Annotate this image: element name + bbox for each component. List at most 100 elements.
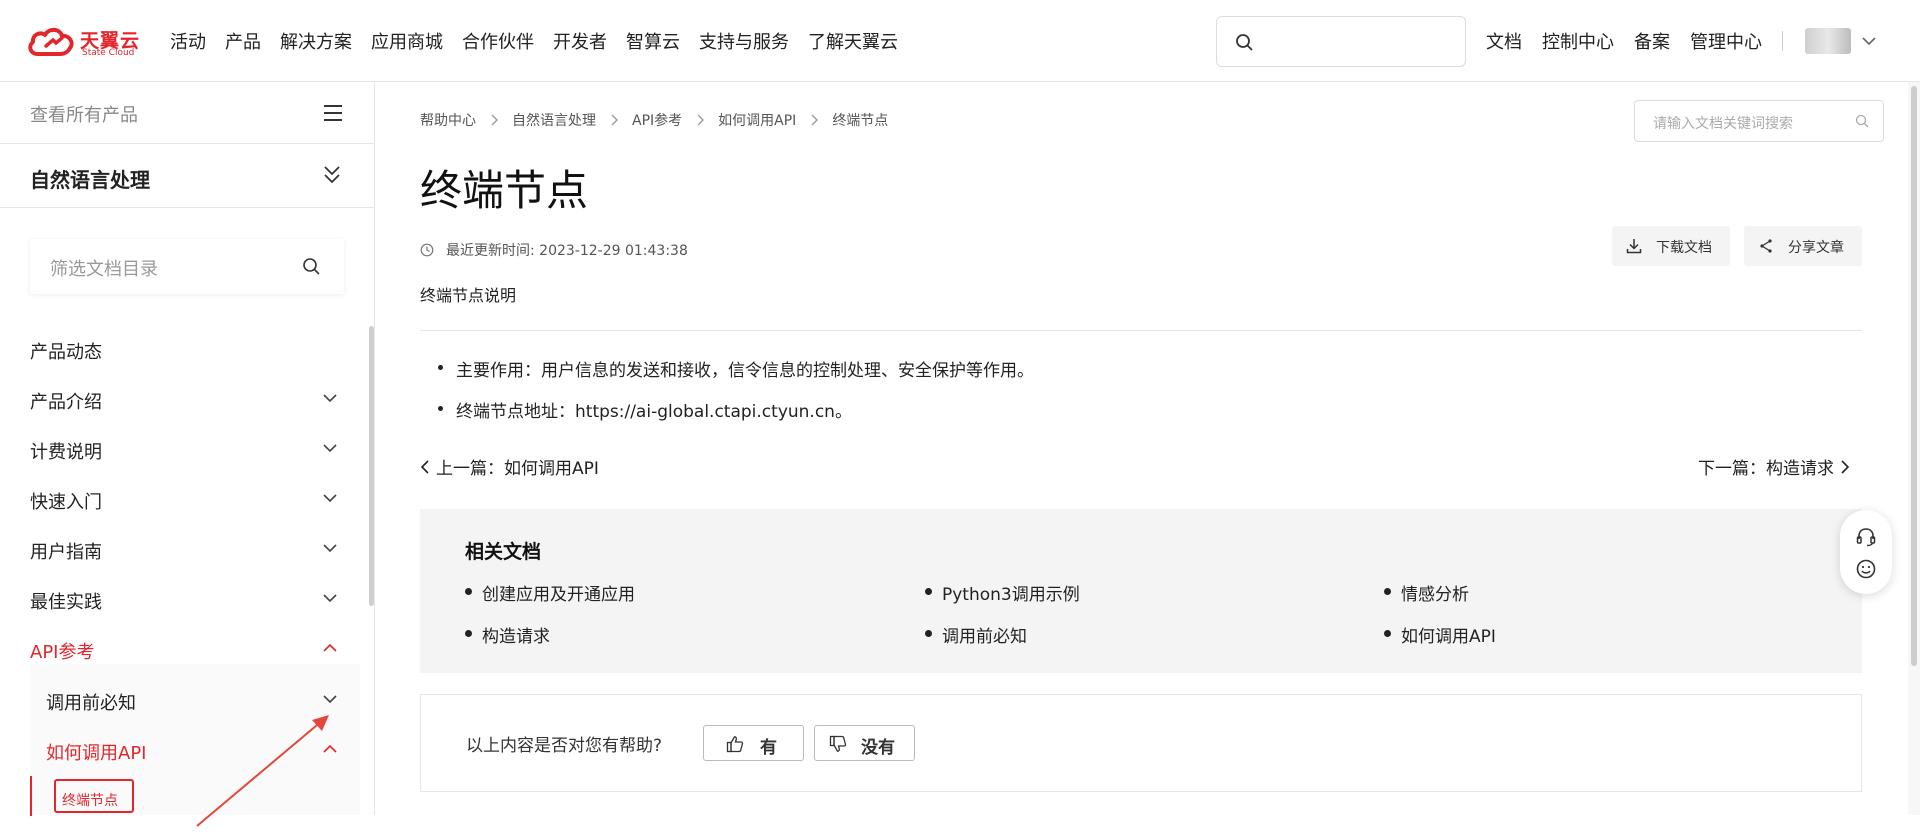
nav-item-activities[interactable]: 活动 [170,28,206,54]
related-docs-heading: 相关文档 [465,541,542,563]
sidebar-item-endpoints[interactable]: 终端节点 [54,779,134,813]
sidebar-item-label: API参考 [30,642,95,663]
sidebar-item-billing[interactable]: 计费说明 [0,430,360,470]
share-icon [1760,239,1772,253]
breadcrumb-how-to-call[interactable]: 如何调用API [718,110,796,130]
link-management[interactable]: 管理中心 [1690,28,1762,54]
view-all-products[interactable]: 查看所有产品 [0,82,375,144]
chevron-down-icon[interactable] [1861,36,1877,46]
prev-article-label: 上一篇：如何调用API [436,459,599,479]
chevron-up-icon [323,643,337,652]
related-link[interactable]: 调用前必知 [925,622,1027,647]
chevron-right-icon [491,114,498,126]
view-all-products-label: 查看所有产品 [30,105,138,126]
chevron-down-icon [323,594,337,603]
sidebar-scrollbar[interactable] [369,326,374,606]
brand-name-en: State Cloud [82,48,135,58]
chevron-down-icon [323,444,337,453]
double-chevron-down-icon[interactable] [322,164,342,186]
filter-toc-input[interactable]: 筛选文档目录 [30,239,344,294]
sidebar-item-label: 产品动态 [30,342,102,363]
breadcrumb-help-center[interactable]: 帮助中心 [420,110,476,130]
doc-search-input[interactable]: 请输入文档关键词搜索 [1634,100,1884,142]
nav-item-products[interactable]: 产品 [225,28,261,54]
sidebar-item-label: 快速入门 [30,492,102,513]
next-article-link[interactable]: 下一篇：构造请求 [1698,454,1850,479]
breadcrumb-api-reference[interactable]: API参考 [632,110,682,130]
avatar[interactable] [1805,28,1851,54]
nav-item-ai-cloud[interactable]: 智算云 [626,28,680,54]
link-docs[interactable]: 文档 [1486,28,1522,54]
list-item: 终端节点地址：https://ai-global.ctapi.ctyun.cn。 [438,397,1034,422]
divider [420,330,1862,331]
menu-icon[interactable] [322,104,344,122]
link-console[interactable]: 控制中心 [1542,28,1614,54]
download-doc-button[interactable]: 下载文档 [1612,226,1730,266]
sidebar-item-label: 用户指南 [30,542,102,563]
share-article-button[interactable]: 分享文章 [1744,226,1862,266]
brand-logo[interactable]: 天翼云 State Cloud [26,26,141,58]
nav-item-solutions[interactable]: 解决方案 [280,28,352,54]
next-article-label: 下一篇：构造请求 [1698,459,1834,479]
product-selector[interactable]: 自然语言处理 [0,144,375,208]
chevron-right-icon [811,114,819,126]
sidebar-item-label: 调用前必知 [46,693,136,714]
link-icp-filing[interactable]: 备案 [1634,28,1670,54]
chevron-right-icon [611,114,618,126]
sidebar-item-label: 终端节点 [62,793,118,809]
global-search-input[interactable] [1216,16,1466,67]
doc-main: 帮助中心 自然语言处理 API参考 如何调用API 终端节点 请输入文档关键词搜… [376,82,1920,815]
thumbs-up-icon [726,736,744,753]
chevron-right-icon [697,114,705,126]
feedback-no-label: 没有 [861,738,895,758]
page-title: 终端节点 [420,166,589,215]
sidebar-item-label: 最佳实践 [30,592,102,613]
product-title: 自然语言处理 [30,168,150,192]
share-article-label: 分享文章 [1788,240,1844,256]
cloud-logo-icon [28,27,74,56]
feedback-box: 以上内容是否对您有帮助? 有 没有 [420,694,1862,792]
doc-sidebar: 查看所有产品 自然语言处理 筛选文档目录 产品动态 产品介绍 计费说明 快速入门… [0,82,375,827]
chevron-right-icon [1841,459,1850,474]
search-icon [303,258,320,275]
related-link[interactable]: 构造请求 [465,622,550,647]
sidebar-item-label: 如何调用API [46,743,147,764]
related-link[interactable]: Python3调用示例 [925,580,1080,605]
nav-item-about[interactable]: 了解天翼云 [808,28,898,54]
related-link[interactable]: 创建应用及开通应用 [465,580,635,605]
breadcrumb-nlp[interactable]: 自然语言处理 [512,110,596,130]
page-scrollbar-thumb[interactable] [1911,86,1917,666]
sidebar-item-product-updates[interactable]: 产品动态 [0,330,360,370]
sidebar-item-quickstart[interactable]: 快速入门 [0,480,360,520]
sidebar-item-label: 计费说明 [30,442,102,463]
last-updated: 最近更新时间: 2023-12-29 01:43:38 [420,240,688,260]
doc-description: 终端节点说明 [420,286,517,305]
prev-article-link[interactable]: 上一篇：如何调用API [420,454,599,479]
breadcrumb-current: 终端节点 [832,113,889,129]
clock-icon [420,243,434,257]
feedback-yes-button[interactable]: 有 [703,725,804,761]
annotation-arrow-icon [196,715,329,827]
breadcrumb: 帮助中心 自然语言处理 API参考 如何调用API 终端节点 [420,110,888,130]
download-doc-label: 下载文档 [1656,240,1712,256]
sidebar-item-best-practices[interactable]: 最佳实践 [0,580,360,620]
nav-item-developers[interactable]: 开发者 [553,28,607,54]
nav-item-marketplace[interactable]: 应用商城 [371,28,443,54]
doc-search-placeholder: 请输入文档关键词搜索 [1653,116,1793,132]
related-link[interactable]: 如何调用API [1384,622,1496,647]
list-item: 主要作用：用户信息的发送和接收，信令信息的控制处理、安全保护等作用。 [438,356,1034,381]
chevron-down-icon [323,695,337,704]
nav-item-partners[interactable]: 合作伙伴 [462,28,534,54]
main-nav: 活动 产品 解决方案 应用商城 合作伙伴 开发者 智算云 支持与服务 了解天翼云 [170,28,917,54]
sidebar-item-user-guide[interactable]: 用户指南 [0,530,360,570]
doc-bullet-list: 主要作用：用户信息的发送和接收，信令信息的控制处理、安全保护等作用。 终端节点地… [438,356,1034,438]
page-scrollbar[interactable] [1908,82,1920,815]
related-link[interactable]: 情感分析 [1384,580,1469,605]
nav-item-support[interactable]: 支持与服务 [699,28,789,54]
feedback-no-button[interactable]: 没有 [814,725,915,761]
feedback-yes-label: 有 [760,738,777,758]
chevron-left-icon [420,459,429,474]
sidebar-item-product-intro[interactable]: 产品介绍 [0,380,360,420]
customer-service-icon[interactable] [1855,526,1877,548]
smiley-feedback-icon[interactable] [1855,558,1877,580]
